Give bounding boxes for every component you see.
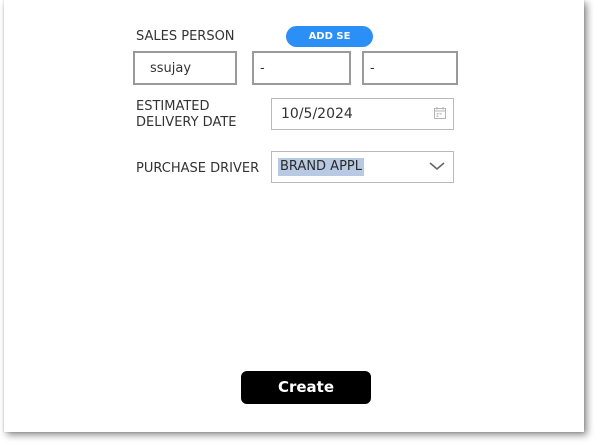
sales-person-label: SALES PERSON xyxy=(136,29,235,44)
sales-person-field-1-value: ssujay xyxy=(150,60,192,76)
form-panel: SALES PERSON ADD SE ssujay - - ESTIMATED… xyxy=(4,0,584,432)
sales-person-field-3-value: - xyxy=(370,60,375,76)
sales-person-field-3[interactable]: - xyxy=(362,51,458,85)
calendar-icon[interactable] xyxy=(434,107,446,119)
chevron-down-icon[interactable] xyxy=(429,161,445,171)
purchase-driver-selected-value: BRAND APPL xyxy=(278,158,364,176)
create-button[interactable]: Create xyxy=(241,371,371,404)
sales-person-field-1[interactable]: ssujay xyxy=(133,51,237,85)
add-sales-person-button[interactable]: ADD SE xyxy=(286,26,373,47)
delivery-date-label: ESTIMATED DELIVERY DATE xyxy=(136,99,237,130)
sales-person-field-2[interactable]: - xyxy=(252,51,351,85)
purchase-driver-label: PURCHASE DRIVER xyxy=(136,161,260,176)
delivery-date-value: 10/5/2024 xyxy=(281,106,353,122)
sales-person-field-2-value: - xyxy=(260,60,265,76)
delivery-date-input[interactable]: 10/5/2024 xyxy=(271,98,454,130)
purchase-driver-select[interactable]: BRAND APPL xyxy=(271,151,454,183)
